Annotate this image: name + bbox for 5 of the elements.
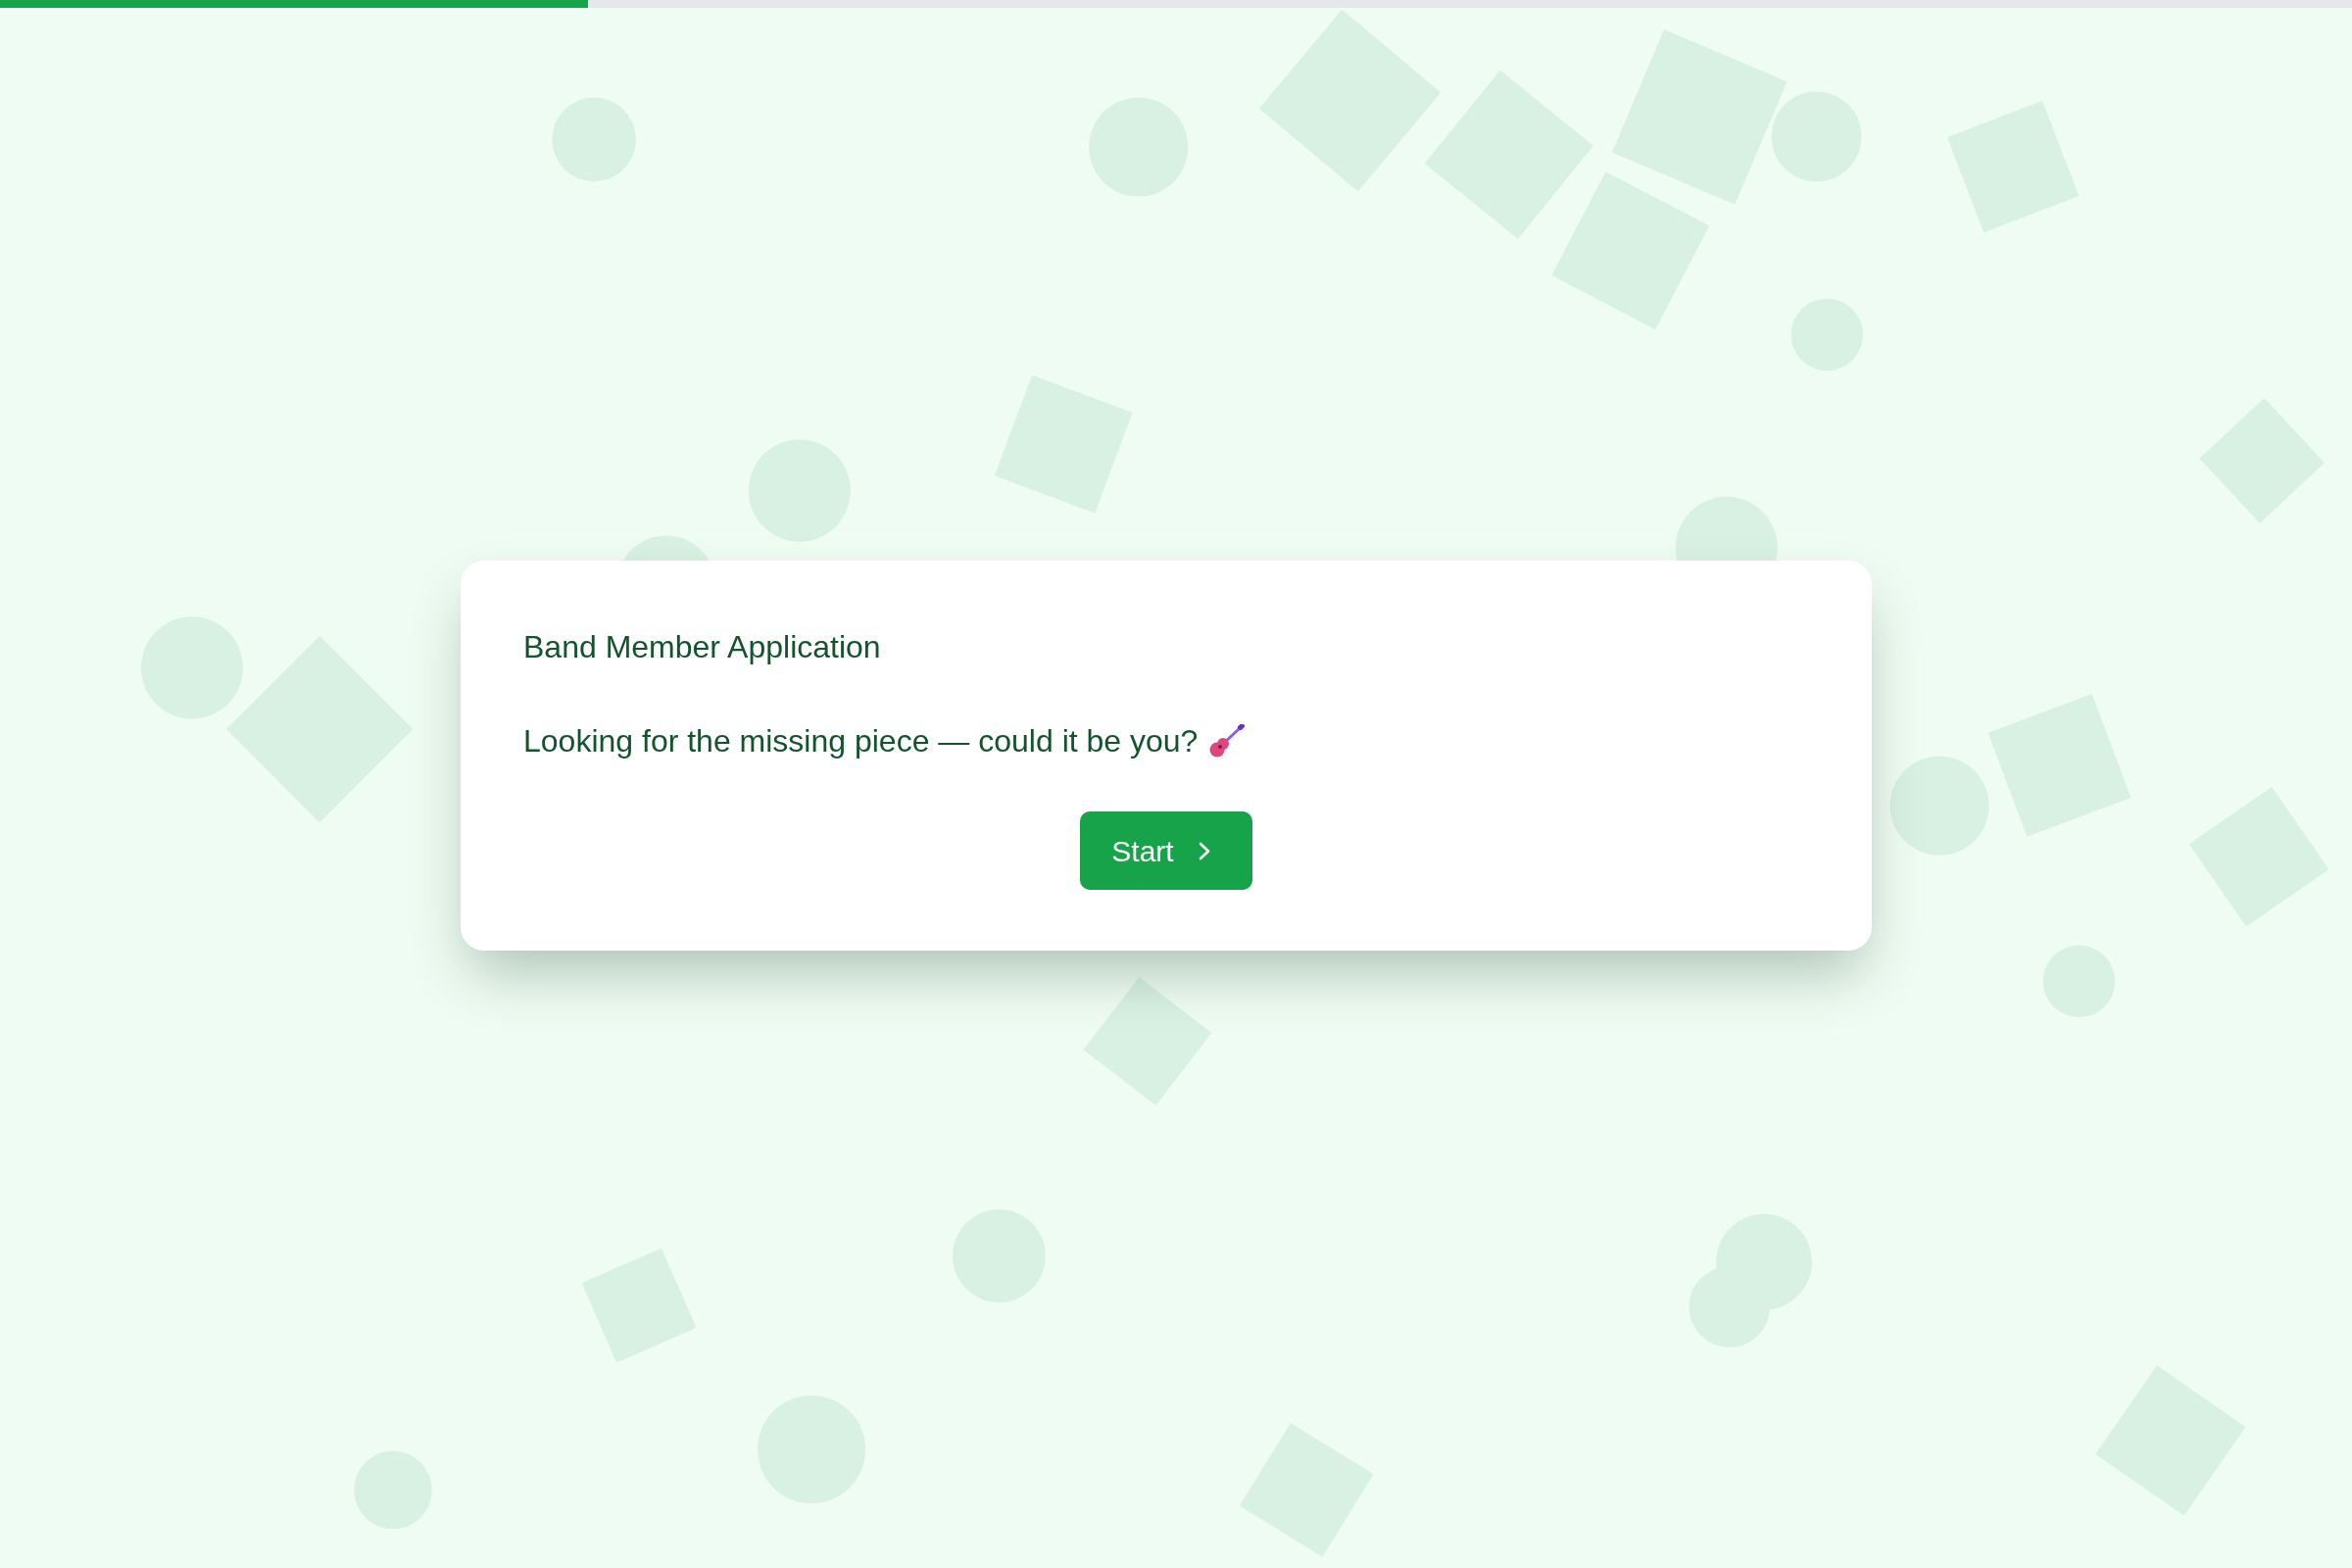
intro-text: Looking for the missing piece — could it be you? [523,722,1199,760]
guitar-icon [1209,724,1246,758]
chevron-right-icon [1198,841,1210,860]
start-button[interactable]: Start [1080,811,1252,890]
form-title: Band Member Application [523,628,882,666]
